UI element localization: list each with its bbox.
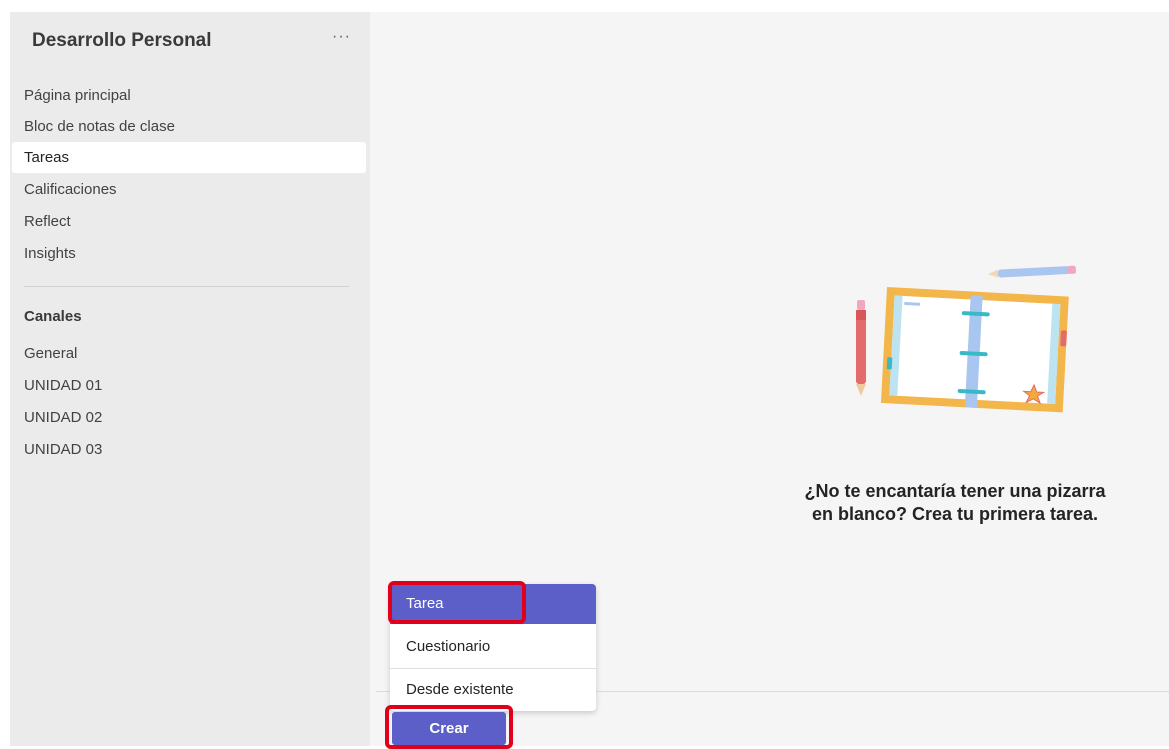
main-content: ¿No te encantaría tener una pizarra en b… xyxy=(370,12,1169,749)
nav-item-calificaciones[interactable]: Calificaciones xyxy=(12,174,366,205)
nav-item-bloc-de-notas[interactable]: Bloc de notas de clase xyxy=(12,111,366,142)
create-button[interactable]: Crear xyxy=(392,712,506,745)
notebook-illustration-icon xyxy=(856,265,1076,413)
empty-state-message: ¿No te encantaría tener una pizarra en b… xyxy=(770,480,1140,526)
sidebar: Desarrollo Personal ··· Página principal… xyxy=(10,12,370,746)
menu-item-desde-existente[interactable]: Desde existente xyxy=(390,670,596,710)
empty-state-line-2: en blanco? Crea tu primera tarea. xyxy=(811,504,1099,524)
nav-item-insights[interactable]: Insights xyxy=(12,238,366,269)
sidebar-divider xyxy=(24,286,349,287)
channels-title: Canales xyxy=(24,308,82,325)
more-options-icon[interactable]: ··· xyxy=(332,28,351,46)
menu-item-cuestionario[interactable]: Cuestionario xyxy=(390,627,596,667)
menu-separator xyxy=(390,668,596,669)
menu-item-tarea[interactable]: Tarea xyxy=(390,584,596,624)
channel-unidad-03[interactable]: UNIDAD 03 xyxy=(12,434,366,465)
channel-general[interactable]: General xyxy=(12,338,366,369)
channel-unidad-01[interactable]: UNIDAD 01 xyxy=(12,370,366,401)
channel-unidad-02[interactable]: UNIDAD 02 xyxy=(12,402,366,433)
nav-item-tareas[interactable]: Tareas xyxy=(12,142,366,173)
team-name: Desarrollo Personal xyxy=(32,30,212,51)
create-dropdown-menu: Tarea Cuestionario Desde existente xyxy=(390,584,596,711)
nav-item-pagina-principal[interactable]: Página principal xyxy=(12,80,366,111)
empty-state-line-1: ¿No te encantaría tener una pizarra xyxy=(804,481,1106,501)
nav-item-reflect[interactable]: Reflect xyxy=(12,206,366,237)
